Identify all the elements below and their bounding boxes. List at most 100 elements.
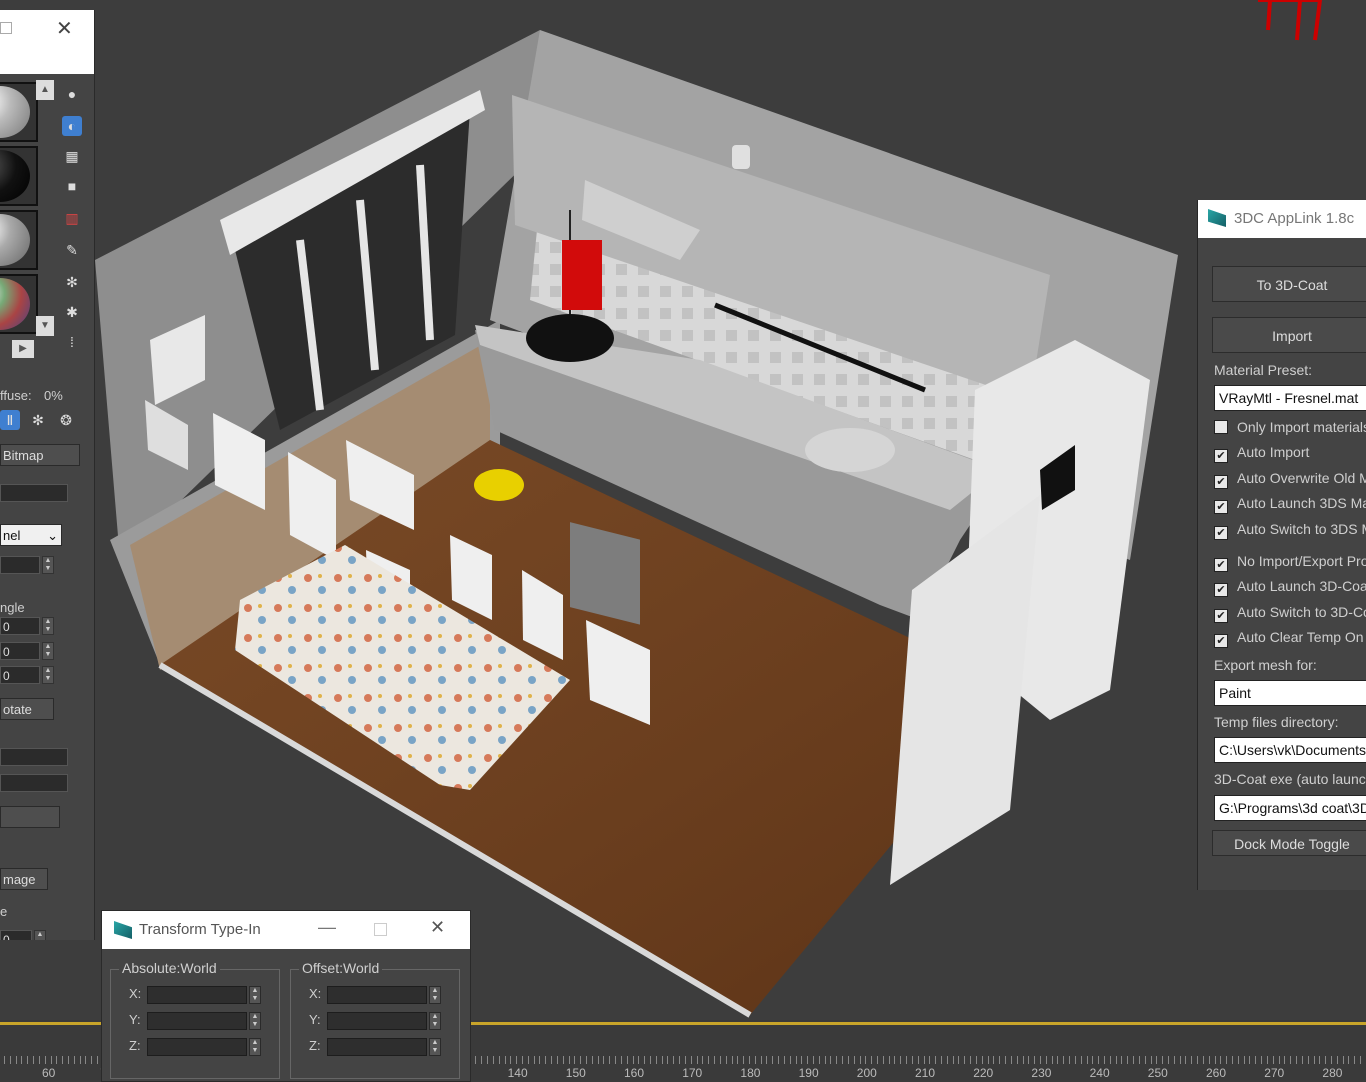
field-3[interactable]: 0 <box>0 666 40 684</box>
shader-select[interactable]: nel ⌄ <box>0 524 62 546</box>
check-icon[interactable]: ✔ <box>1214 634 1228 648</box>
abs-y-field[interactable] <box>147 1012 247 1030</box>
timeline-tick <box>1337 1056 1338 1064</box>
abs-x-field[interactable] <box>147 986 247 1004</box>
spinner-arrows[interactable]: ▲▼ <box>42 556 54 574</box>
exe-field[interactable]: G:\Programs\3d coat\3D <box>1214 795 1366 821</box>
timeline-tick <box>941 1056 942 1064</box>
bitmap-button[interactable]: Bitmap <box>0 444 80 466</box>
checkbox-auto-import[interactable]: ✔Auto Import <box>1214 444 1309 464</box>
to-3dcoat-button[interactable]: To 3D-Coat <box>1212 266 1366 302</box>
restore-icon[interactable] <box>0 22 12 34</box>
timeline-tick <box>702 1056 703 1064</box>
timeline-tick <box>1075 1056 1076 1064</box>
timeline-tick <box>679 1056 680 1064</box>
check-icon[interactable]: ✔ <box>1214 449 1228 463</box>
checkbox-auto-launch-3dsmax[interactable]: ✔Auto Launch 3DS Max <box>1214 495 1366 515</box>
timeline-tick <box>1104 1056 1105 1064</box>
off-z-field[interactable] <box>327 1038 427 1056</box>
spinner-field-top[interactable] <box>0 556 40 574</box>
timeline-tick <box>883 1056 884 1064</box>
check-icon[interactable]: ✔ <box>1214 609 1228 623</box>
check-icon[interactable]: ✔ <box>1214 583 1228 597</box>
checkbox-auto-overwrite[interactable]: ✔Auto Overwrite Old M <box>1214 470 1366 490</box>
field-2[interactable]: 0 <box>0 642 40 660</box>
checkbox-no-import-export[interactable]: ✔No Import/Export Pro <box>1214 553 1366 573</box>
sample-type-icon[interactable]: ● <box>62 84 82 104</box>
scroll-down-icon[interactable]: ▼ <box>36 316 54 336</box>
scroll-right-icon[interactable]: ▶ <box>12 340 34 358</box>
rotate-button[interactable]: otate <box>0 698 54 720</box>
spinner-1[interactable]: ▲▼ <box>42 617 54 635</box>
checkbox-only-import-materials[interactable]: Only Import materials <box>1214 419 1366 439</box>
dock-mode-toggle-button[interactable]: Dock Mode Toggle <box>1212 830 1366 856</box>
close-icon[interactable]: ✕ <box>56 16 73 41</box>
kitchen-scene[interactable] <box>0 0 1366 1020</box>
field-1[interactable]: 0 <box>0 617 40 635</box>
sample-slot-1[interactable] <box>0 82 38 142</box>
put-material-icon[interactable]: ❂ <box>56 410 76 430</box>
timeline-tick <box>33 1056 34 1064</box>
timeline-tick <box>871 1056 872 1064</box>
off-x-spinner[interactable]: ▲▼ <box>429 986 441 1004</box>
off-x-field[interactable] <box>327 986 427 1004</box>
abs-y-spinner[interactable]: ▲▼ <box>249 1012 261 1030</box>
timeline-tick <box>697 1056 698 1064</box>
blank-button[interactable] <box>0 806 60 828</box>
import-button[interactable]: Import <box>1212 317 1366 353</box>
make-preview-icon[interactable]: ✎ <box>62 240 82 260</box>
check-icon[interactable]: ✔ <box>1214 526 1228 540</box>
blank-field-2[interactable] <box>0 774 68 792</box>
abs-x-spinner[interactable]: ▲▼ <box>249 986 261 1004</box>
map-field[interactable] <box>0 484 68 502</box>
video-color-check-icon[interactable]: ▥ <box>62 208 82 228</box>
options-icon[interactable]: ✻ <box>62 272 82 292</box>
sample-slot-2[interactable] <box>0 146 38 206</box>
sample-slot-3[interactable] <box>0 210 38 270</box>
timeline-tick-label: 240 <box>1090 1066 1110 1080</box>
material-type-icon[interactable]: Ⅱ <box>0 410 20 430</box>
timeline-tick-label: 250 <box>1148 1066 1168 1080</box>
field-4[interactable]: 0 <box>0 930 32 940</box>
checkbox-auto-clear-temp[interactable]: ✔Auto Clear Temp On C <box>1214 629 1366 649</box>
select-by-material-icon[interactable]: ✱ <box>62 302 82 322</box>
uv-tiling-icon[interactable]: ■ <box>62 176 82 196</box>
check-icon[interactable]: ✔ <box>1214 558 1228 572</box>
minimize-icon[interactable]: — <box>318 917 336 938</box>
checkbox-auto-switch-3dsmax[interactable]: ✔Auto Switch to 3DS M <box>1214 521 1366 541</box>
checkbox-auto-launch-3dcoat[interactable]: ✔Auto Launch 3D-Coat <box>1214 578 1366 598</box>
maximize-icon[interactable] <box>374 923 387 936</box>
off-y-field[interactable] <box>327 1012 427 1030</box>
get-material-icon[interactable]: ✻ <box>28 410 48 430</box>
sample-slot-4[interactable] <box>0 274 38 334</box>
temp-dir-field[interactable]: C:\Users\vk\Documents <box>1214 737 1366 763</box>
backlight-icon[interactable]: ◐ <box>62 116 82 136</box>
off-z-spinner[interactable]: ▲▼ <box>429 1038 441 1056</box>
blank-field-1[interactable] <box>0 748 68 766</box>
abs-z-field[interactable] <box>147 1038 247 1056</box>
check-icon[interactable]: ✔ <box>1214 475 1228 489</box>
spinner-4[interactable]: ▲▼ <box>34 930 46 940</box>
timeline-tick <box>1092 1056 1093 1064</box>
checkbox-box[interactable] <box>1214 420 1228 434</box>
spinner-3[interactable]: ▲▼ <box>42 666 54 684</box>
timeline-tick <box>1302 1056 1303 1064</box>
timeline-tick <box>1209 1056 1210 1064</box>
export-mesh-field[interactable]: Paint <box>1214 680 1366 706</box>
spinner-2[interactable]: ▲▼ <box>42 642 54 660</box>
export-mesh-label: Export mesh for: <box>1214 657 1317 673</box>
abs-z-spinner[interactable]: ▲▼ <box>249 1038 261 1056</box>
check-icon[interactable]: ✔ <box>1214 500 1228 514</box>
timeline-tick-label: 210 <box>915 1066 935 1080</box>
material-navigator-icon[interactable]: ⁞ <box>62 332 82 352</box>
viewport[interactable] <box>0 0 1366 1020</box>
scroll-up-icon[interactable]: ▲ <box>36 80 54 100</box>
off-y-spinner[interactable]: ▲▼ <box>429 1012 441 1030</box>
background-checker-icon[interactable]: ▦ <box>62 146 82 166</box>
image-button[interactable]: mage <box>0 868 48 890</box>
material-preset-field[interactable]: VRayMtl - Fresnel.mat <box>1214 385 1366 411</box>
close-icon[interactable]: ✕ <box>430 917 445 938</box>
checkbox-auto-switch-3dcoat[interactable]: ✔Auto Switch to 3D-Co <box>1214 604 1366 624</box>
timeline-tick <box>638 1056 639 1064</box>
timeline-tick <box>830 1056 831 1064</box>
